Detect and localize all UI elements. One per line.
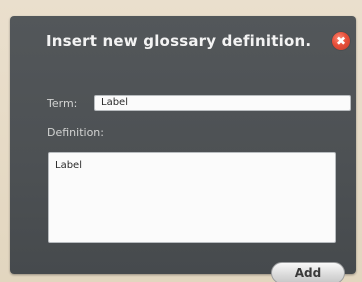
dialog-title: Insert new glossary definition. <box>46 32 312 50</box>
glossary-dialog: Insert new glossary definition. ✖ Term: … <box>10 16 356 282</box>
close-icon: ✖ <box>335 34 347 48</box>
term-label: Term: <box>47 97 78 110</box>
term-input[interactable]: Label <box>94 95 351 111</box>
add-button[interactable]: Add <box>271 262 345 282</box>
page-background: Insert new glossary definition. ✖ Term: … <box>0 0 362 282</box>
definition-textarea[interactable]: Label <box>48 152 336 243</box>
definition-label: Definition: <box>47 126 104 139</box>
close-button[interactable]: ✖ <box>332 32 350 50</box>
